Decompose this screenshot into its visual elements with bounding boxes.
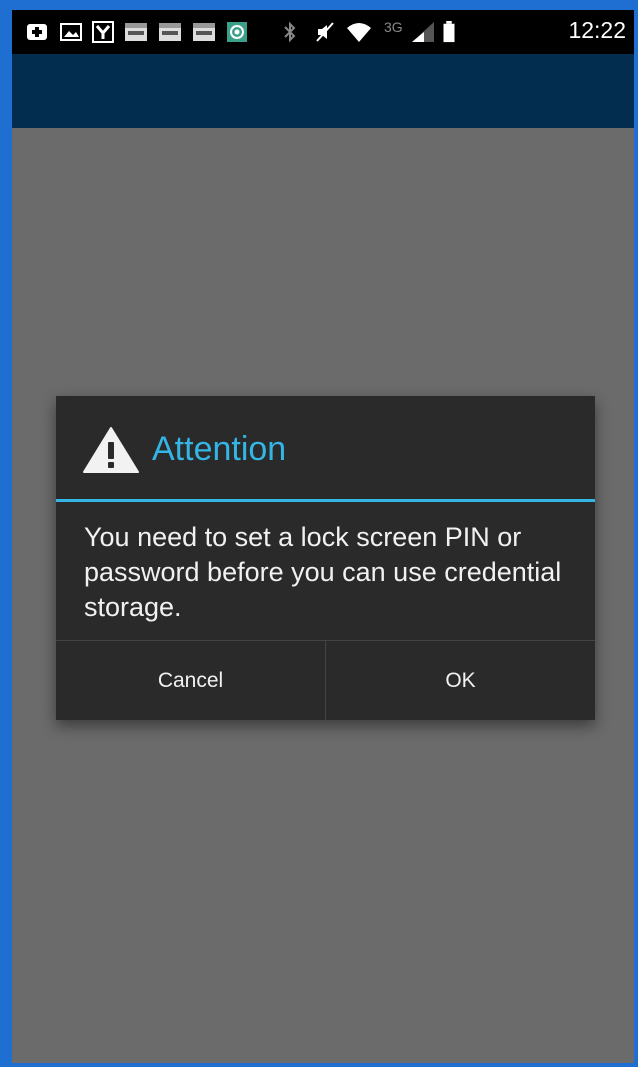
ebay-icon xyxy=(193,23,215,41)
dialog-title: Attention xyxy=(152,430,287,468)
image-notification-icon xyxy=(60,23,82,41)
phone-screen: 3G 12:22 Attention You need to set a loc… xyxy=(12,10,634,1063)
status-time: 12:22 xyxy=(568,17,626,43)
ok-button[interactable]: OK xyxy=(326,641,595,721)
bluetooth-icon xyxy=(284,21,296,43)
ebay-icon xyxy=(159,23,181,41)
network-type-label: 3G xyxy=(384,19,403,35)
y-app-icon xyxy=(92,21,114,43)
battery-icon xyxy=(443,21,455,43)
ebay-icon xyxy=(125,23,147,41)
dialog-header: Attention xyxy=(56,396,595,500)
add-notification-icon xyxy=(27,24,47,40)
dialog-message: You need to set a lock screen PIN or pas… xyxy=(84,522,562,622)
cancel-button[interactable]: Cancel xyxy=(56,641,325,721)
attention-dialog: Attention You need to set a lock screen … xyxy=(56,396,595,721)
at-sign-icon xyxy=(227,22,247,42)
wifi-icon xyxy=(347,23,371,42)
signal-icon xyxy=(412,22,434,42)
dialog-button-bar: Cancel OK xyxy=(56,640,595,721)
action-bar xyxy=(12,54,634,128)
dialog-title-divider xyxy=(56,499,595,502)
warning-icon xyxy=(83,427,139,473)
status-bar: 3G 12:22 xyxy=(12,10,634,54)
mute-icon xyxy=(316,22,334,42)
